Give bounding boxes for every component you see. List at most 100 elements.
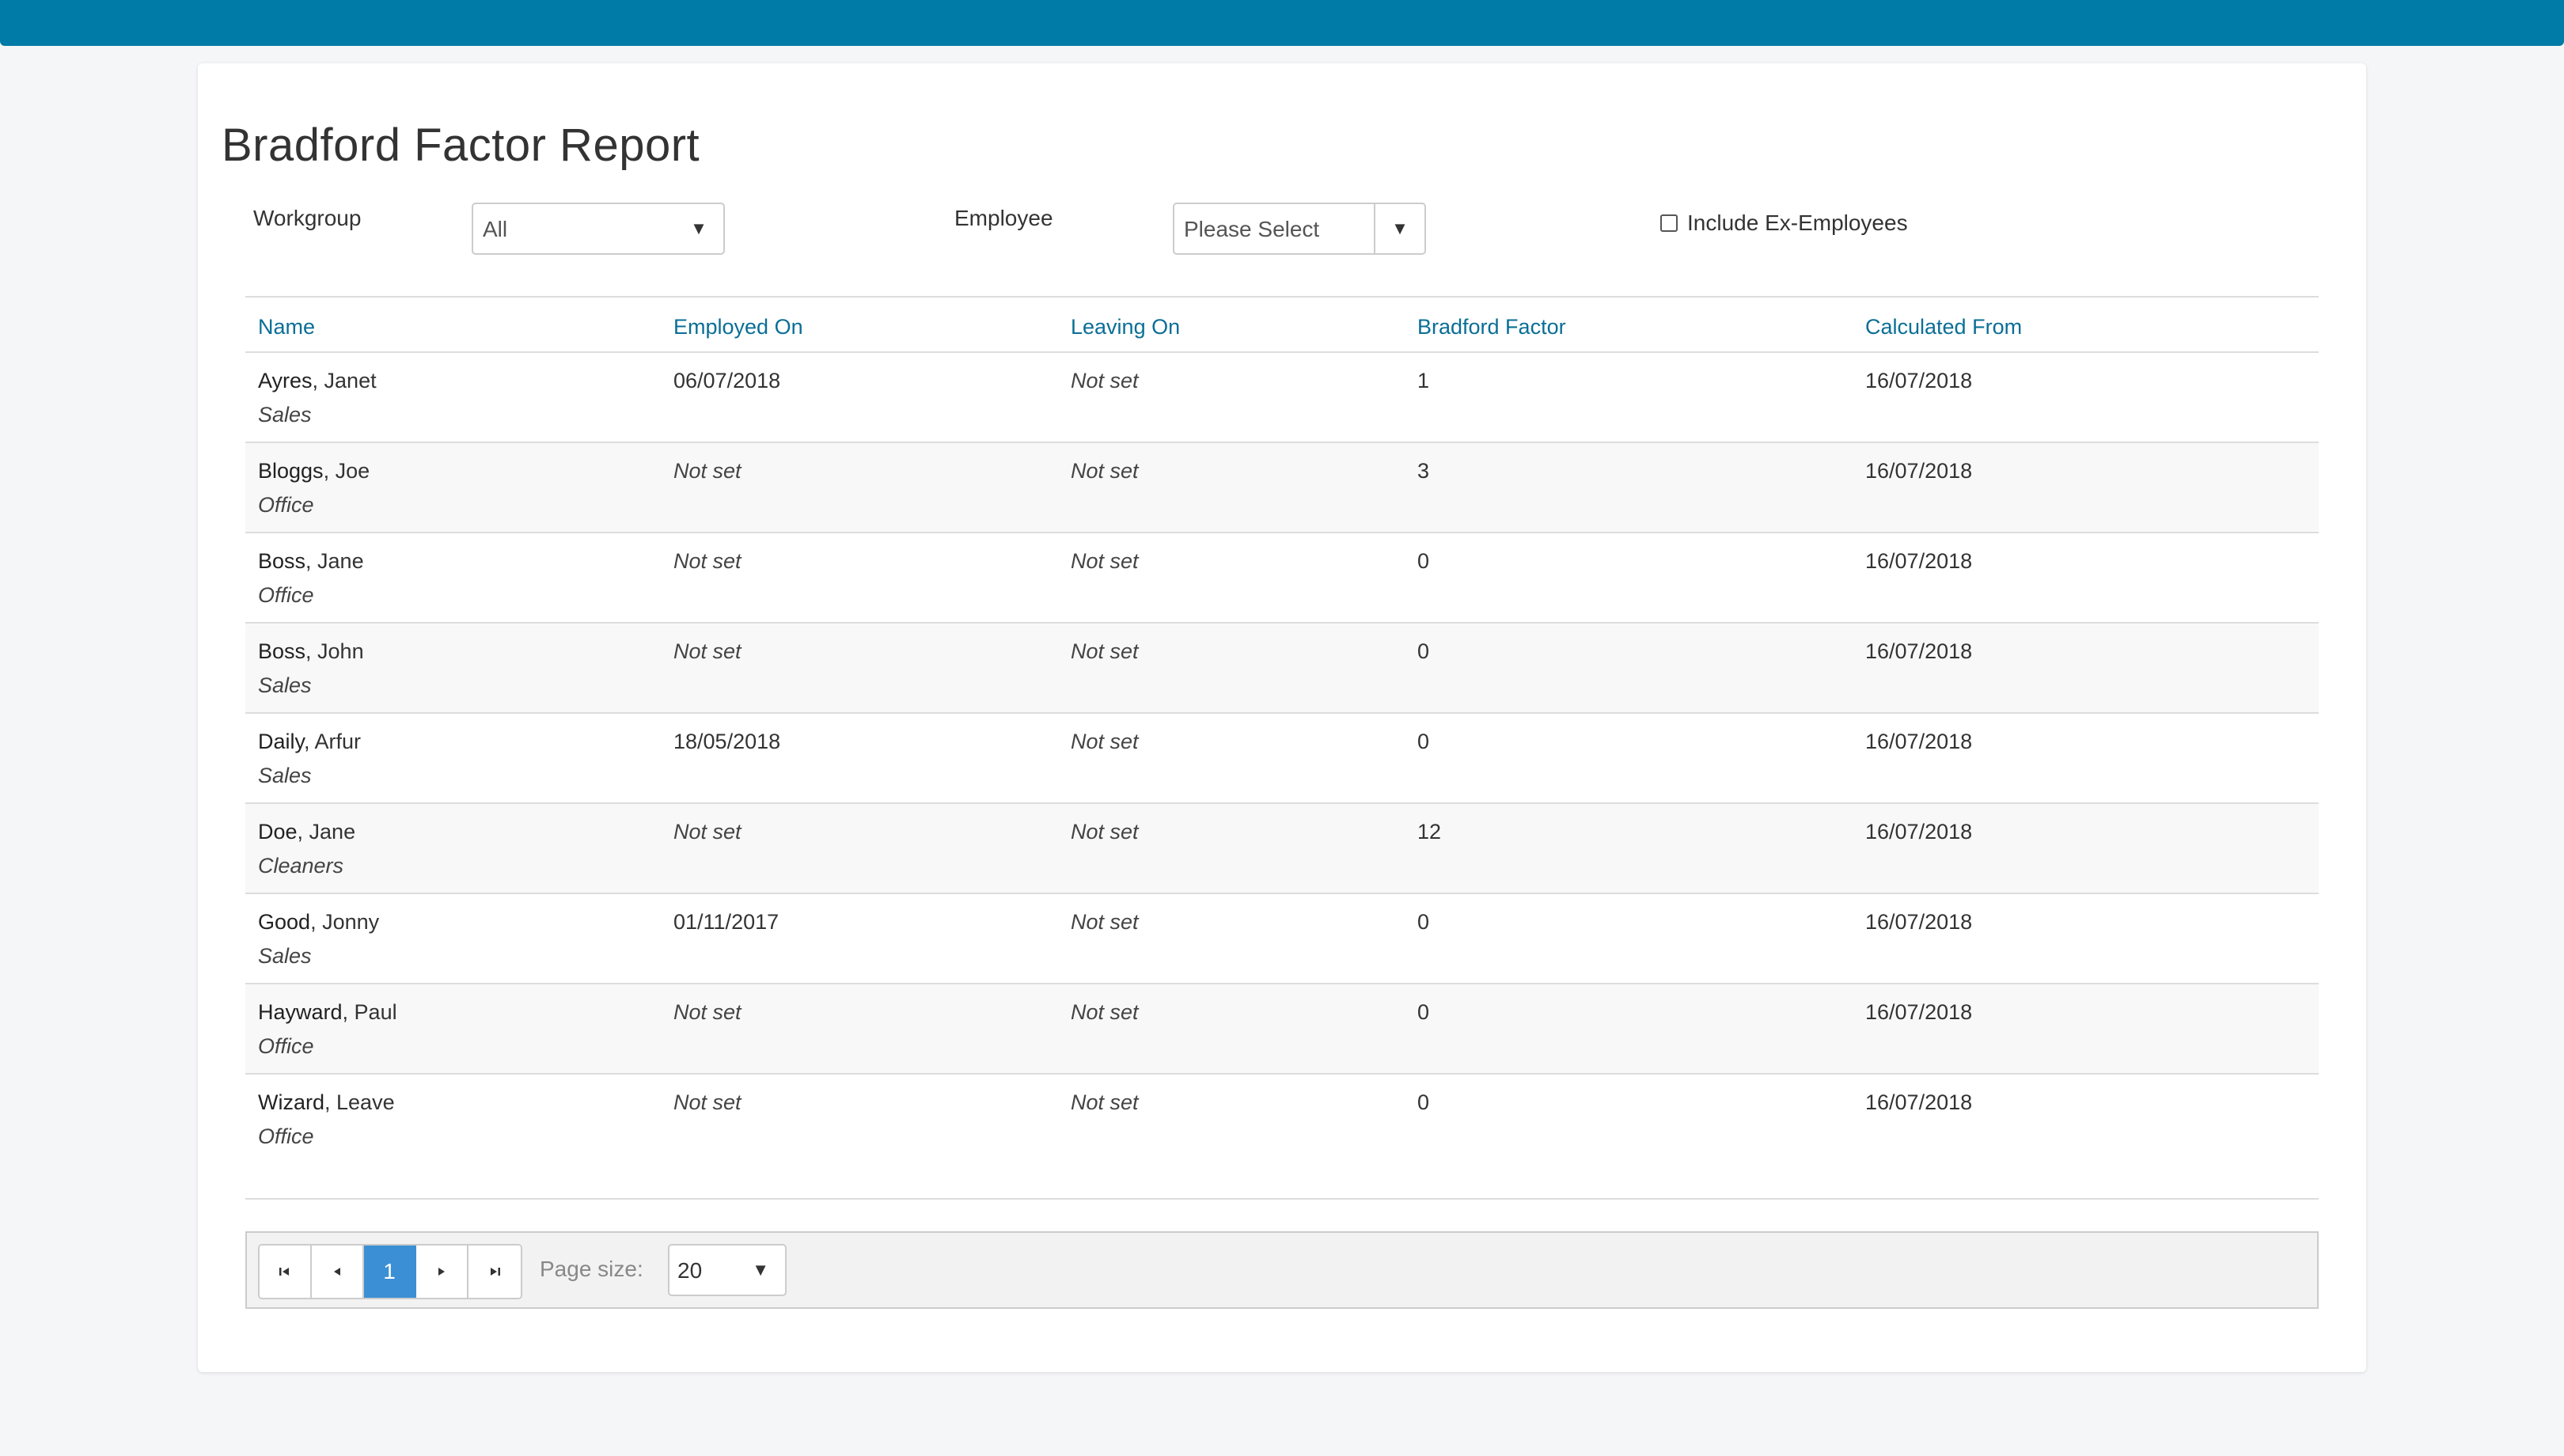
- column-header-leaving-on[interactable]: Leaving On: [1071, 315, 1180, 339]
- leaving-on-cell: Not set: [1071, 730, 1139, 753]
- leaving-on-cell: Not set: [1071, 369, 1139, 392]
- bradford-factor-cell: 0: [1417, 1090, 1430, 1114]
- employee-surname: Hayward: [258, 1000, 343, 1024]
- calculated-from-cell: 16/07/2018: [1865, 639, 1973, 663]
- workgroup-select[interactable]: All ▼: [472, 203, 725, 255]
- employee-forename: , Jonny: [310, 910, 380, 934]
- employed-on-cell: Not set: [673, 1090, 742, 1114]
- employee-forename: , Joe: [323, 459, 370, 483]
- table-row[interactable]: Daily, Arfur Sales 18/05/2018 Not set 0 1…: [245, 714, 2319, 804]
- table-row[interactable]: Boss, John Sales Not set Not set 0 16/07/…: [245, 624, 2319, 714]
- employee-select[interactable]: Please Select ▼: [1173, 203, 1426, 255]
- leaving-on-cell: Not set: [1071, 910, 1139, 934]
- employee-workgroup: Office: [258, 1124, 314, 1148]
- employee-workgroup: Sales: [258, 673, 312, 697]
- employee-surname: Boss: [258, 639, 306, 663]
- bradford-factor-cell: 0: [1417, 910, 1430, 934]
- employee-name-cell: Hayward, Paul Office: [258, 1000, 397, 1059]
- grid-body: Ayres, Janet Sales 06/07/2018 Not set 1 1…: [245, 353, 2319, 1165]
- table-row[interactable]: Good, Jonny Sales 01/11/2017 Not set 0 16…: [245, 894, 2319, 984]
- employee-forename: , John: [305, 639, 364, 663]
- employee-workgroup: Cleaners: [258, 854, 344, 878]
- bradford-factor-cell: 12: [1417, 820, 1442, 844]
- leaving-on-cell: Not set: [1071, 1090, 1139, 1114]
- table-row[interactable]: Ayres, Janet Sales 06/07/2018 Not set 1 1…: [245, 353, 2319, 443]
- column-header-calculated-from[interactable]: Calculated From: [1865, 315, 2022, 339]
- employee-workgroup: Sales: [258, 944, 312, 968]
- page-size-select[interactable]: 20 ▼: [668, 1244, 787, 1296]
- include-ex-employees-toggle[interactable]: Include Ex-Employees: [1660, 210, 1908, 236]
- table-row[interactable]: Hayward, Paul Office Not set Not set 0 16…: [245, 984, 2319, 1075]
- grid-bottom-divider: [245, 1198, 2319, 1200]
- employee-surname: Boss: [258, 549, 306, 573]
- page-1-button[interactable]: 1: [364, 1246, 416, 1298]
- page-title: Bradford Factor Report: [222, 119, 700, 171]
- calculated-from-cell: 16/07/2018: [1865, 1090, 1973, 1114]
- workgroup-select-value: All: [483, 217, 508, 241]
- employee-name-cell: Doe, Jane Cleaners: [258, 820, 355, 878]
- employee-workgroup: Office: [258, 493, 314, 517]
- employee-surname: Daily: [258, 730, 305, 753]
- include-ex-employees-checkbox[interactable]: [1660, 214, 1678, 232]
- employee-name-cell: Wizard, Leave Office: [258, 1090, 395, 1149]
- employed-on-cell: Not set: [673, 639, 742, 663]
- employee-surname: Bloggs: [258, 459, 324, 483]
- leaving-on-cell: Not set: [1071, 459, 1139, 483]
- bradford-factor-cell: 0: [1417, 730, 1430, 753]
- caret-down-icon: ▼: [752, 1260, 769, 1280]
- employee-forename: , Jane: [297, 820, 356, 844]
- table-row[interactable]: Boss, Jane Office Not set Not set 0 16/07…: [245, 533, 2319, 624]
- column-header-name[interactable]: Name: [258, 315, 315, 339]
- employee-forename: , Janet: [312, 369, 377, 392]
- page-size-value: 20: [677, 1258, 703, 1283]
- employee-name-cell: Ayres, Janet Sales: [258, 369, 377, 427]
- next-page-icon[interactable]: [416, 1246, 468, 1298]
- leaving-on-cell: Not set: [1071, 1000, 1139, 1024]
- employee-name-cell: Daily, Arfur Sales: [258, 730, 361, 788]
- employee-workgroup: Office: [258, 1034, 314, 1058]
- employee-name-cell: Boss, John Sales: [258, 639, 364, 698]
- workgroup-label: Workgroup: [253, 206, 362, 230]
- employee-select-value: Please Select: [1184, 217, 1320, 241]
- table-row[interactable]: Wizard, Leave Office Not set Not set 0 16…: [245, 1075, 2319, 1165]
- employee-workgroup: Office: [258, 583, 314, 607]
- calculated-from-cell: 16/07/2018: [1865, 369, 1973, 392]
- table-row[interactable]: Doe, Jane Cleaners Not set Not set 12 16/…: [245, 804, 2319, 894]
- employed-on-cell: Not set: [673, 1000, 742, 1024]
- include-ex-employees-label: Include Ex-Employees: [1687, 210, 1908, 235]
- pager-bar: 1 Page size: 20 ▼: [245, 1231, 2319, 1309]
- employed-on-cell: Not set: [673, 549, 742, 573]
- calculated-from-cell: 16/07/2018: [1865, 910, 1973, 934]
- employee-name-cell: Boss, Jane Office: [258, 549, 364, 608]
- column-header-bradford-factor[interactable]: Bradford Factor: [1417, 315, 1566, 339]
- employee-forename: , Paul: [342, 1000, 397, 1024]
- caret-down-icon[interactable]: ▼: [1374, 204, 1424, 253]
- employee-label: Employee: [954, 206, 1053, 230]
- caret-down-icon: ▼: [690, 218, 707, 238]
- bradford-factor-cell: 3: [1417, 459, 1430, 483]
- employee-surname: Wizard: [258, 1090, 325, 1114]
- column-header-employed-on[interactable]: Employed On: [673, 315, 803, 339]
- top-bar: [0, 0, 2564, 46]
- prev-page-icon[interactable]: [312, 1246, 364, 1298]
- first-page-icon[interactable]: [260, 1246, 312, 1298]
- calculated-from-cell: 16/07/2018: [1865, 820, 1973, 844]
- employed-on-cell: 01/11/2017: [673, 910, 779, 934]
- employed-on-cell: Not set: [673, 459, 742, 483]
- employee-forename: , Leave: [324, 1090, 395, 1114]
- bradford-factor-cell: 1: [1417, 369, 1430, 392]
- employee-workgroup: Sales: [258, 764, 312, 787]
- employee-name-cell: Good, Jonny Sales: [258, 910, 379, 969]
- table-row[interactable]: Bloggs, Joe Office Not set Not set 3 16/0…: [245, 443, 2319, 533]
- employee-surname: Doe: [258, 820, 298, 844]
- employed-on-cell: Not set: [673, 820, 742, 844]
- employee-workgroup: Sales: [258, 403, 312, 427]
- calculated-from-cell: 16/07/2018: [1865, 1000, 1973, 1024]
- calculated-from-cell: 16/07/2018: [1865, 730, 1973, 753]
- employee-surname: Good: [258, 910, 311, 934]
- last-page-icon[interactable]: [468, 1246, 521, 1298]
- employee-surname: Ayres: [258, 369, 313, 392]
- leaving-on-cell: Not set: [1071, 639, 1139, 663]
- page-size-label: Page size:: [540, 1257, 643, 1281]
- employee-forename: , Jane: [305, 549, 364, 573]
